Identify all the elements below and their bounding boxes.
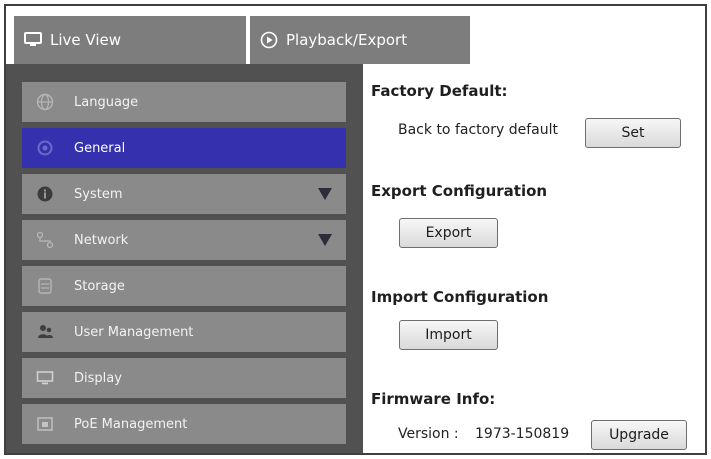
sidebar-item-language[interactable]: Language <box>22 82 346 122</box>
network-icon <box>35 230 55 250</box>
tab-live-view-label: Live View <box>50 31 121 49</box>
tab-live-view[interactable]: Live View <box>14 16 246 64</box>
globe-icon <box>35 92 55 112</box>
set-button[interactable]: Set <box>585 118 681 148</box>
play-circle-icon <box>260 31 278 49</box>
general-settings-panel: Factory Default: Back to factory default… <box>363 64 705 453</box>
sidebar-item-label: Storage <box>74 278 125 294</box>
sidebar-item-label: Language <box>74 94 139 110</box>
app-window: Live View Playback/Export Language Gener… <box>4 4 707 455</box>
sidebar-item-user-management[interactable]: User Management <box>22 312 346 352</box>
sidebar-item-label: User Management <box>74 324 194 340</box>
upgrade-button[interactable]: Upgrade <box>591 420 687 450</box>
chevron-down-icon[interactable] <box>318 234 332 246</box>
sidebar-item-system[interactable]: System <box>22 174 346 214</box>
users-icon <box>35 322 55 342</box>
sidebar-item-label: Display <box>74 370 122 386</box>
export-button[interactable]: Export <box>399 218 498 248</box>
factory-default-text: Back to factory default <box>398 122 558 138</box>
sidebar-item-display[interactable]: Display <box>22 358 346 398</box>
firmware-info-heading: Firmware Info: <box>371 390 496 408</box>
monitor-icon <box>24 32 42 48</box>
tab-playback-export-label: Playback/Export <box>286 31 408 49</box>
import-configuration-heading: Import Configuration <box>371 288 549 306</box>
sidebar-item-network[interactable]: Network <box>22 220 346 260</box>
sidebar-item-label: PoE Management <box>74 416 188 432</box>
monitor-icon <box>35 368 55 388</box>
sidebar-item-label: General <box>74 140 126 156</box>
firmware-version-value: 1973-150819 <box>475 426 570 442</box>
sidebar-item-poe-management[interactable]: PoE Management <box>22 404 346 444</box>
sidebar-item-label: System <box>74 186 123 202</box>
poe-icon <box>35 414 55 434</box>
import-button[interactable]: Import <box>399 320 498 350</box>
factory-default-heading: Factory Default: <box>371 82 508 100</box>
chevron-down-icon[interactable] <box>318 188 332 200</box>
info-icon <box>35 184 55 204</box>
settings-sidebar: Language General System Network Storage … <box>6 64 363 453</box>
tab-playback-export[interactable]: Playback/Export <box>250 16 470 64</box>
tab-bar: Live View Playback/Export <box>6 6 705 64</box>
sidebar-item-storage[interactable]: Storage <box>22 266 346 306</box>
sidebar-item-general[interactable]: General <box>22 128 346 168</box>
gear-icon <box>35 138 55 158</box>
sidebar-item-label: Network <box>74 232 129 248</box>
export-configuration-heading: Export Configuration <box>371 182 548 200</box>
storage-icon <box>35 276 55 296</box>
firmware-version-label: Version : <box>398 426 459 442</box>
